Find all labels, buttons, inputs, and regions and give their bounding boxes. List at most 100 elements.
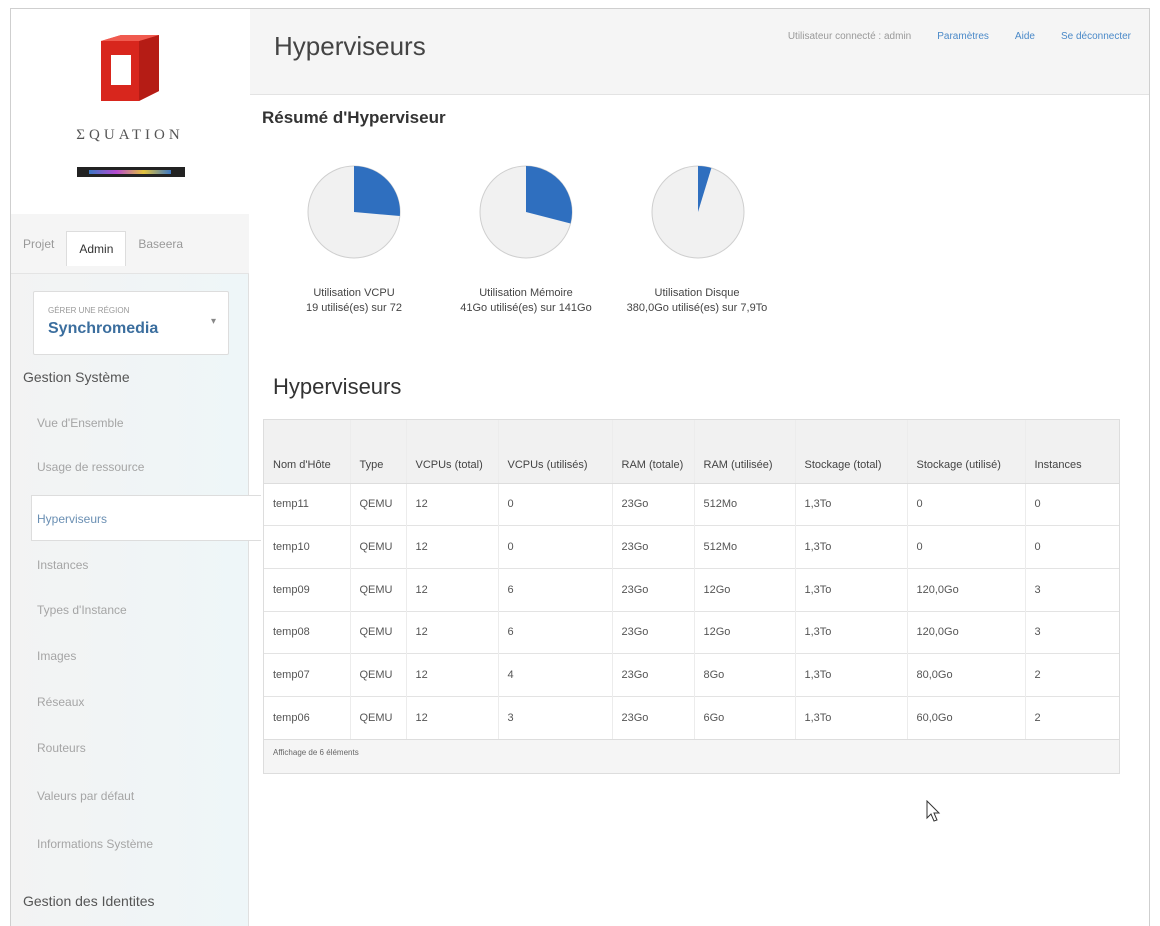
pie-caption-disque: Utilisation Disque 380,0Go utilisé(es) s… — [622, 286, 772, 316]
cell-ram-used: 6Go — [693, 695, 795, 740]
col-ram-utilisee[interactable]: RAM (utilisée) — [693, 420, 795, 484]
sidebar-item-types-instance[interactable]: Types d'Instance — [37, 603, 127, 617]
col-type[interactable]: Type — [349, 420, 406, 484]
openstack-logo-icon[interactable] — [95, 31, 165, 105]
sidebar-item-instances[interactable]: Instances — [37, 558, 88, 572]
page-title: Hyperviseurs — [274, 31, 426, 61]
cell-storage-total: 1,3To — [794, 610, 907, 654]
cell-type: QEMU — [349, 567, 406, 612]
cell-ram-used: 12Go — [693, 567, 795, 612]
table-row[interactable]: temp06 QEMU 12 3 23Go 6Go 1,3To 60,0Go 2 — [264, 695, 1119, 740]
sidebar-item-hyperviseurs[interactable]: Hyperviseurs — [37, 512, 107, 526]
tab-projet[interactable]: Projet — [11, 227, 66, 261]
cell-type: QEMU — [349, 482, 406, 526]
col-instances[interactable]: Instances — [1024, 420, 1119, 484]
col-ram-totale[interactable]: RAM (totale) — [611, 420, 694, 484]
table-row[interactable]: temp08 QEMU 12 6 23Go 12Go 1,3To 120,0Go 3 — [264, 610, 1119, 654]
sidebar-item-usage[interactable]: Usage de ressource — [37, 460, 144, 474]
cell-ram-total: 23Go — [611, 567, 694, 612]
cell-vcpu-total: 12 — [405, 482, 498, 526]
sidebar-tabs: Projet Admin Baseera — [11, 214, 249, 274]
tab-baseera[interactable]: Baseera — [126, 227, 195, 261]
cell-vcpu-used: 6 — [497, 610, 612, 654]
cell-storage-used: 60,0Go — [906, 695, 1025, 740]
sidebar: ΣQUATION Projet Admin Baseera GÉRER UNE … — [11, 9, 261, 926]
cell-vcpu-total: 12 — [405, 525, 498, 569]
cell-storage-used: 120,0Go — [906, 610, 1025, 654]
cell-type: QEMU — [349, 610, 406, 654]
cell-ram-total: 23Go — [611, 610, 694, 654]
sidebar-item-routeurs[interactable]: Routeurs — [37, 741, 86, 755]
logo-area: ΣQUATION — [11, 9, 249, 214]
cell-storage-total: 1,3To — [794, 695, 907, 740]
pie-label: Utilisation VCPU — [313, 287, 395, 299]
cell-ram-used: 12Go — [693, 610, 795, 654]
cell-vcpu-used: 4 — [497, 653, 612, 697]
sidebar-item-reseaux[interactable]: Réseaux — [37, 695, 84, 709]
col-vcpus-utilises[interactable]: VCPUs (utilisés) — [497, 420, 612, 484]
cell-instances: 0 — [1024, 525, 1119, 569]
pie-detail: 41Go utilisé(es) sur 141Go — [460, 302, 592, 314]
col-stockage-total[interactable]: Stockage (total) — [794, 420, 907, 484]
brand-wordmark: ΣQUATION — [76, 127, 184, 143]
cell-storage-used: 0 — [906, 482, 1025, 526]
sidebar-item-informations-systeme[interactable]: Informations Système — [37, 837, 153, 851]
cell-host: temp09 — [264, 567, 350, 612]
section-gestion-systeme[interactable]: Gestion Système — [23, 369, 130, 385]
cell-vcpu-total: 12 — [405, 567, 498, 612]
region-selector[interactable]: GÉRER UNE RÉGION Synchromedia ▾ — [33, 291, 229, 355]
cell-instances: 3 — [1024, 610, 1119, 654]
region-label: GÉRER UNE RÉGION — [48, 306, 130, 315]
cell-vcpu-used: 0 — [497, 482, 612, 526]
col-stockage-utilise[interactable]: Stockage (utilisé) — [906, 420, 1025, 484]
cell-storage-total: 1,3To — [794, 482, 907, 526]
chevron-down-icon: ▾ — [210, 316, 216, 327]
logout-link[interactable]: Se déconnecter — [1061, 31, 1131, 42]
pie-label: Utilisation Mémoire — [479, 287, 573, 299]
page-header: Hyperviseurs Utilisateur connecté : admi… — [250, 9, 1149, 95]
cell-host: temp07 — [264, 653, 350, 697]
cell-vcpu-total: 12 — [405, 653, 498, 697]
cell-vcpu-total: 12 — [405, 695, 498, 740]
cell-vcpu-used: 6 — [497, 567, 612, 612]
logged-user-text: Utilisateur connecté : admin — [787, 31, 912, 42]
cell-instances: 3 — [1024, 567, 1119, 612]
sidebar-item-valeurs-defaut[interactable]: Valeurs par défaut — [37, 789, 134, 803]
table-row[interactable]: temp09 QEMU 12 6 23Go 12Go 1,3To 120,0Go 3 — [264, 567, 1119, 612]
sidebar-item-images[interactable]: Images — [37, 649, 76, 663]
cell-type: QEMU — [349, 653, 406, 697]
pie-label: Utilisation Disque — [654, 287, 740, 299]
cell-ram-used: 512Mo — [693, 525, 795, 569]
table-row[interactable]: temp10 QEMU 12 0 23Go 512Mo 1,3To 0 0 — [264, 525, 1119, 569]
sidebar-item-vue-ensemble[interactable]: Vue d'Ensemble — [37, 416, 124, 430]
col-nom-hote[interactable]: Nom d'Hôte — [264, 420, 350, 484]
tab-admin[interactable]: Admin — [66, 231, 127, 266]
table-row[interactable]: temp11 QEMU 12 0 23Go 512Mo 1,3To 0 0 — [264, 482, 1119, 526]
section-title: Hyperviseurs — [273, 374, 402, 399]
cell-storage-total: 1,3To — [794, 567, 907, 612]
pie-detail: 380,0Go utilisé(es) sur 7,9To — [626, 302, 768, 314]
cell-host: temp10 — [264, 525, 350, 569]
pie-memoire — [479, 165, 573, 259]
pie-caption-vcpu: Utilisation VCPU 19 utilisé(es) sur 72 — [269, 286, 439, 316]
settings-link[interactable]: Paramètres — [937, 31, 989, 42]
cell-host: temp08 — [264, 610, 350, 654]
cell-instances: 2 — [1024, 653, 1119, 697]
cell-vcpu-used: 0 — [497, 525, 612, 569]
cell-ram-used: 8Go — [693, 653, 795, 697]
col-vcpus-total[interactable]: VCPUs (total) — [405, 420, 498, 484]
summary-title: Résumé d'Hyperviseur — [262, 108, 446, 127]
section-gestion-identites[interactable]: Gestion des Identites — [23, 893, 155, 909]
cell-type: QEMU — [349, 695, 406, 740]
cell-storage-total: 1,3To — [794, 653, 907, 697]
table-footer: Affichage de 6 éléments — [264, 739, 1119, 774]
cell-type: QEMU — [349, 525, 406, 569]
user-menu: Utilisateur connecté : admin Paramètres … — [788, 31, 1131, 42]
cell-host: temp06 — [264, 695, 350, 740]
table-row[interactable]: temp07 QEMU 12 4 23Go 8Go 1,3To 80,0Go 2 — [264, 653, 1119, 697]
help-link[interactable]: Aide — [1015, 31, 1035, 42]
cell-instances: 2 — [1024, 695, 1119, 740]
cell-storage-used: 80,0Go — [906, 653, 1025, 697]
cell-ram-total: 23Go — [611, 482, 694, 526]
pie-disque — [651, 165, 745, 259]
